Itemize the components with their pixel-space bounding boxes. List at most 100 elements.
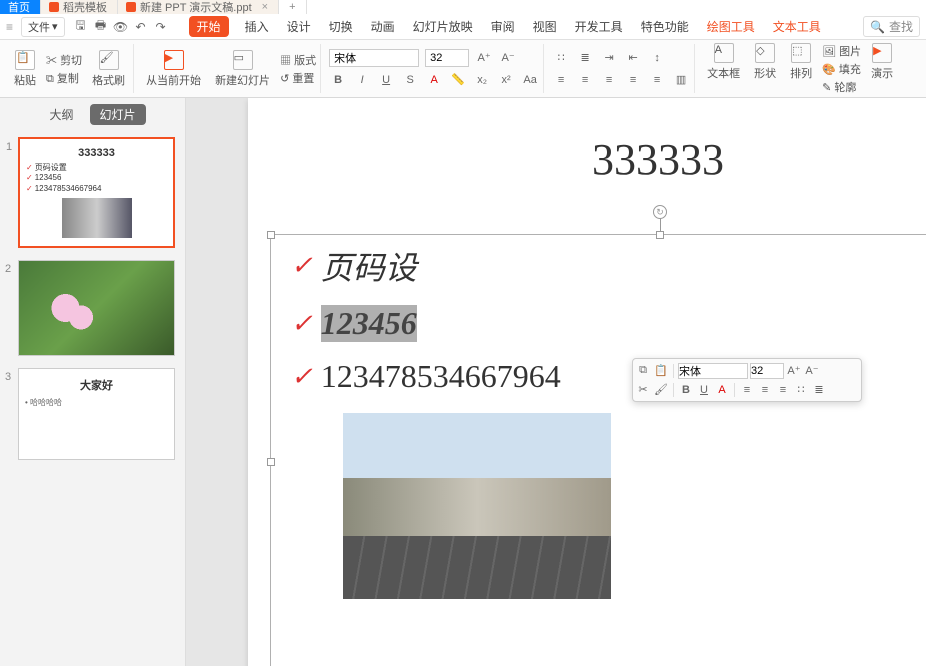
highlight-button[interactable]: 📏 [449,71,467,89]
tab-home[interactable]: 首页 [0,0,41,14]
layout-button[interactable]: ▦ 版式 [280,52,316,68]
mini-grow-font[interactable]: A⁺ [786,363,802,379]
increase-font-button[interactable]: A⁺ [475,49,493,67]
ribbon-tab-slideshow[interactable]: 幻灯片放映 [411,16,475,37]
change-case-button[interactable]: Aa [521,71,539,89]
align-center-button[interactable]: ≡ [576,71,594,89]
mini-shrink-font[interactable]: A⁻ [804,363,820,379]
font-size-select[interactable] [425,49,469,67]
tab-template[interactable]: 稻壳模板 [41,0,118,14]
fill-button[interactable]: 🎨 填充 [822,61,861,77]
picture-button[interactable]: 🖼 图片 [822,43,861,59]
ribbon-tab-review[interactable]: 审阅 [489,16,517,37]
decrease-indent-button[interactable]: ⇤ [624,49,642,67]
file-menu[interactable]: 文件 ▾ [21,17,65,37]
shape-button[interactable]: ◇形状 [750,43,780,95]
copy-button[interactable]: ⧉ 复制 [46,70,82,86]
slideshow-button[interactable]: ▶演示 [867,43,897,95]
case-button[interactable]: x² [497,71,515,89]
slide-image[interactable] [343,413,611,599]
content-textbox[interactable]: ↻ ✓ 页码设 ✓ 123456 ✓ 123 [270,234,926,666]
ribbon-tab-drawtools[interactable]: 绘图工具 [705,16,757,37]
reset-button[interactable]: ↺ 重置 [280,70,316,86]
bullet-text-selected[interactable]: 123456 [321,305,417,342]
italic-button[interactable]: I [353,71,371,89]
slides-tab[interactable]: 幻灯片 [90,104,146,125]
ribbon-tab-insert[interactable]: 插入 [243,16,271,37]
slide-thumb-3[interactable]: 3 大家好 • 哈哈哈哈 [18,368,175,460]
mini-copy-button[interactable]: ⧉ [635,363,651,379]
mini-bold-button[interactable]: B [678,382,694,398]
line-spacing-button[interactable]: ↕ [648,49,666,67]
format-painter-button[interactable]: 🖌格式刷 [88,50,129,88]
bullet-line-1[interactable]: ✓ 页码设 [271,235,926,297]
outline-button[interactable]: ✎ 轮廓 [822,79,861,95]
new-slide-button[interactable]: ▭新建幻灯片 [211,50,274,88]
redo-icon[interactable]: ↷ [153,19,169,35]
mini-toolbar: ⧉ 📋 A⁺ A⁻ ✂ 🖌 B U A ≡ ≡ ≡ ∷ ≣ [632,358,862,402]
columns-button[interactable]: ▥ [672,71,690,89]
resize-handle[interactable] [267,231,275,239]
mini-cut-button[interactable]: ✂ [635,382,651,398]
close-icon[interactable]: × [262,1,268,13]
bold-button[interactable]: B [329,71,347,89]
bullet-line-2[interactable]: ✓ 123456 [271,297,926,350]
resize-handle[interactable] [267,458,275,466]
ribbon-tab-devtools[interactable]: 开发工具 [573,16,625,37]
clear-format-button[interactable]: x₂ [473,71,491,89]
mini-align-center[interactable]: ≡ [757,382,773,398]
menu-icon[interactable]: ≡ [6,20,13,34]
mini-underline-button[interactable]: U [696,382,712,398]
align-left-button[interactable]: ≡ [552,71,570,89]
mini-paste-button[interactable]: 📋 [653,363,669,379]
distribute-button[interactable]: ≡ [648,71,666,89]
mini-bullets[interactable]: ∷ [793,382,809,398]
undo-icon[interactable]: ↶ [133,19,149,35]
justify-button[interactable]: ≡ [624,71,642,89]
save-icon[interactable]: 🖫 [73,19,89,35]
bullets-button[interactable]: ∷ [552,49,570,67]
arrange-button[interactable]: ⬚排列 [786,43,816,95]
ribbon-tab-start[interactable]: 开始 [189,16,229,37]
mini-size-select[interactable] [750,363,784,379]
preview-icon[interactable]: 👁 [113,19,129,35]
textbox-button[interactable]: A文本框 [703,43,744,95]
font-name-select[interactable] [329,49,419,67]
mini-align-right[interactable]: ≡ [775,382,791,398]
align-right-button[interactable]: ≡ [600,71,618,89]
paste-button[interactable]: 📋粘贴 [10,50,40,88]
ribbon-tab-view[interactable]: 视图 [531,16,559,37]
mini-font-select[interactable] [678,363,748,379]
slide-editor[interactable]: 333333 ↻ ✓ 页码设 ✓ 123456 [186,98,926,666]
tab-document[interactable]: 新建 PPT 演示文稿.ppt× [118,0,279,14]
ribbon-tab-texttools[interactable]: 文本工具 [771,16,823,37]
mini-font-color-button[interactable]: A [714,382,730,398]
ribbon-tab-design[interactable]: 设计 [285,16,313,37]
rotate-handle[interactable]: ↻ [653,205,667,219]
bullet-text[interactable]: 123478534667964 [321,358,561,395]
mini-format-painter[interactable]: 🖌 [653,382,669,398]
ribbon-tab-features[interactable]: 特色功能 [639,16,691,37]
underline-button[interactable]: U [377,71,395,89]
slide-panel: 大纲 幻灯片 1 333333 页码设置 123456 123478534667… [0,98,186,666]
bullet-text[interactable]: 页码设 [321,243,417,289]
resize-handle[interactable] [656,231,664,239]
mini-align-left[interactable]: ≡ [739,382,755,398]
new-tab-button[interactable]: + [279,0,306,14]
strike-button[interactable]: S [401,71,419,89]
outline-tab[interactable]: 大纲 [39,104,83,125]
numbering-button[interactable]: ≣ [576,49,594,67]
ribbon-tab-animation[interactable]: 动画 [369,16,397,37]
slide-thumb-2[interactable]: 2 [18,260,175,356]
font-color-button[interactable]: A [425,71,443,89]
search-box[interactable]: 🔍 查找 [863,16,920,37]
increase-indent-button[interactable]: ⇥ [600,49,618,67]
decrease-font-button[interactable]: A⁻ [499,49,517,67]
slide-title[interactable]: 333333 [248,98,926,185]
mini-numbering[interactable]: ≣ [811,382,827,398]
slide-thumb-1[interactable]: 1 333333 页码设置 123456 123478534667964 [18,137,175,248]
ribbon-tab-transition[interactable]: 切换 [327,16,355,37]
print-icon[interactable]: 🖶 [93,19,109,35]
cut-button[interactable]: ✂ 剪切 [46,52,82,68]
from-current-button[interactable]: ▶从当前开始 [142,50,205,88]
